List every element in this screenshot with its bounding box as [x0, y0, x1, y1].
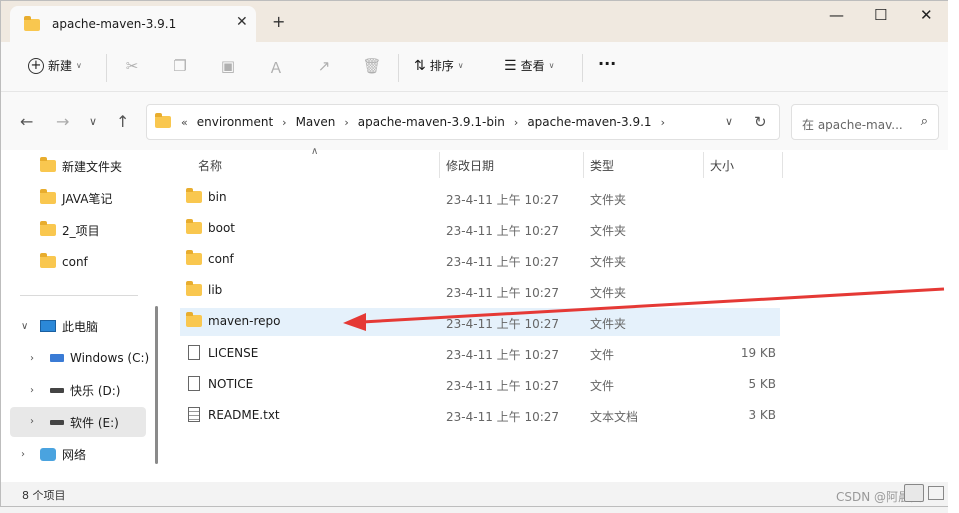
annotation-arrow-line: [361, 287, 945, 324]
annotation-arrow: [343, 287, 945, 331]
annotation-arrow-head: [343, 313, 366, 331]
